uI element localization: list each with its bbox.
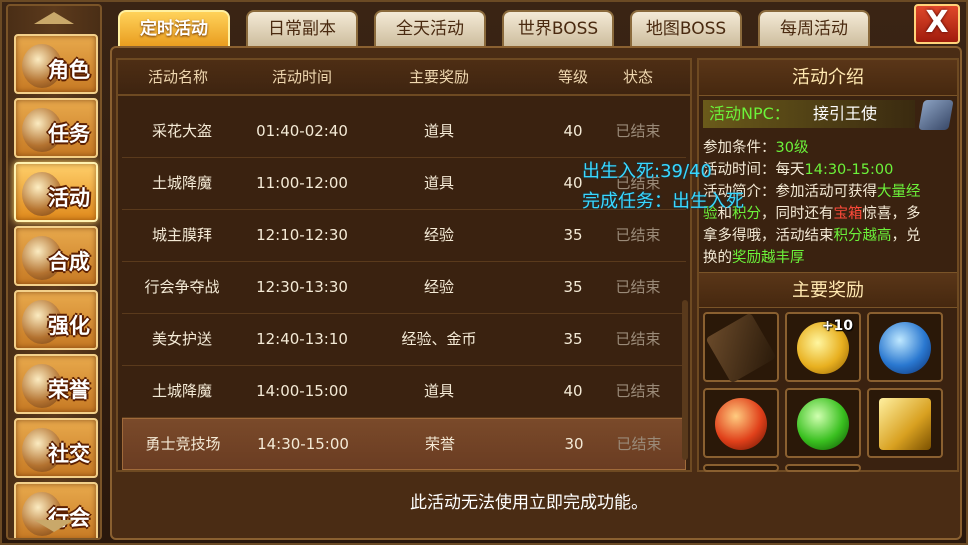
npc-name: 接引王使 [813, 104, 878, 123]
table-row[interactable]: 城主膜拜 12:10-12:30 经验 35 已结束 [122, 210, 686, 262]
row-name: 土城降魔 [151, 174, 212, 192]
row-name: 美女护送 [151, 330, 212, 348]
table-row[interactable]: 行会争夺战 12:30-13:30 经验 35 已结束 [122, 262, 686, 314]
rewards-title: 主要奖励 [699, 272, 957, 308]
close-button[interactable]: X [914, 4, 960, 44]
row-status: 已结束 [615, 382, 661, 400]
quest-complete-overlay: 完成任务：出生入死 [582, 191, 744, 212]
row-time: 11:00-12:00 [256, 174, 348, 192]
reward-slot[interactable] [703, 312, 779, 384]
tab-map-boss[interactable]: 地图BOSS [630, 10, 742, 48]
tab-world-boss[interactable]: 世界BOSS [502, 10, 614, 48]
sidebar-item-label: 强化 [48, 314, 90, 338]
time-line: 活动时间：每天14:30-15:00 [703, 162, 894, 178]
green-gem-icon [797, 398, 849, 450]
footer-note: 此活动无法使用立即完成功能。 [410, 493, 648, 513]
sidebar-item-label: 荣誉 [48, 378, 90, 402]
sidebar-item-synthesis[interactable]: 合成 [14, 226, 98, 286]
list-header: 活动名称 活动时间 主要奖励 等级 状态 [118, 60, 690, 96]
tab-daily-dungeon[interactable]: 日常副本 [246, 10, 358, 48]
activity-list[interactable]: 活动名称 活动时间 主要奖励 等级 状态 采花大盗 01:40-02:40 道具… [116, 58, 692, 472]
row-time: 14:30-15:00 [257, 435, 349, 453]
activity-info-panel: 活动介绍 活动NPC： 接引王使 参加条件：30级 活动时间：每天14:30-1… [697, 58, 959, 472]
tab-timed-activities[interactable]: 定时活动 [118, 10, 230, 50]
row-reward: 道具 [423, 122, 454, 140]
reward-slot [785, 464, 861, 472]
list-scrollbar[interactable] [682, 300, 688, 460]
reward-slot[interactable] [703, 388, 779, 458]
table-row[interactable]: 土城降魔 14:00-15:00 道具 40 已结束 [122, 366, 686, 418]
scroll-item-icon [705, 312, 777, 384]
description-line: 换的奖励越丰厚 [703, 250, 805, 266]
tab-allday-activities[interactable]: 全天活动 [374, 10, 486, 48]
row-time: 12:30-13:30 [256, 278, 348, 296]
reward-slot[interactable] [867, 312, 943, 382]
row-reward: 荣誉 [424, 435, 455, 453]
row-status: 已结束 [615, 122, 661, 140]
row-time: 12:10-12:30 [256, 226, 348, 244]
sidebar-item-activity[interactable]: 活动 [14, 162, 98, 222]
sidebar-item-quest[interactable]: 任务 [14, 98, 98, 158]
quest-progress-overlay: 出生入死:39/40 [582, 161, 712, 182]
row-status: 已结束 [616, 435, 662, 453]
reward-slot[interactable] [867, 388, 943, 458]
red-orb-icon [715, 398, 767, 450]
row-status: 已结束 [615, 330, 661, 348]
row-name: 勇士竞技场 [145, 435, 221, 453]
table-row-selected[interactable]: 勇士竞技场 14:30-15:00 荣誉 30 已结束 [122, 418, 686, 470]
header-status: 状态 [622, 68, 653, 86]
sidebar-item-enhance[interactable]: 强化 [14, 290, 98, 350]
row-reward: 道具 [423, 174, 454, 192]
blue-orb-icon [879, 322, 931, 374]
row-reward: 经验、金币 [401, 330, 477, 348]
row-time: 14:00-15:00 [256, 382, 348, 400]
row-reward: 道具 [423, 382, 454, 400]
item-count: +10 [821, 318, 853, 334]
sidebar-scroll-up-icon[interactable] [34, 12, 74, 24]
tab-weekly-activities[interactable]: 每周活动 [758, 10, 870, 48]
sidebar-item-label: 社交 [48, 442, 90, 466]
requirement-line: 参加条件：30级 [703, 140, 809, 156]
row-time: 12:40-13:10 [256, 330, 348, 348]
header-name: 活动名称 [147, 68, 208, 86]
row-status: 已结束 [615, 278, 661, 296]
sidebar-item-label: 合成 [48, 250, 90, 274]
sidebar-scroll-down-icon[interactable] [34, 520, 74, 532]
row-name: 城主膜拜 [151, 226, 212, 244]
row-reward: 经验 [423, 226, 454, 244]
gold-bars-icon [879, 398, 931, 450]
header-time: 活动时间 [271, 68, 332, 86]
description-line: 拿多得哦，活动结束积分越高，兑 [703, 228, 921, 244]
teleport-boot-icon[interactable] [918, 100, 954, 130]
sidebar-item-honor[interactable]: 荣誉 [14, 354, 98, 414]
row-name: 土城降魔 [151, 382, 212, 400]
row-status: 已结束 [615, 226, 661, 244]
row-name: 行会争夺战 [144, 278, 220, 296]
reward-slot[interactable]: +10 [785, 312, 861, 382]
row-reward: 经验 [423, 278, 454, 296]
header-reward: 主要奖励 [408, 68, 469, 86]
sidebar: 角色 任务 活动 合成 强化 荣誉 社交 行会 [6, 4, 102, 540]
sidebar-item-social[interactable]: 社交 [14, 418, 98, 478]
npc-label: 活动NPC： [709, 104, 790, 123]
reward-slot[interactable] [785, 388, 861, 458]
sidebar-item-character[interactable]: 角色 [14, 34, 98, 94]
row-name: 采花大盗 [151, 122, 212, 140]
sidebar-item-label: 角色 [48, 58, 90, 82]
sidebar-item-label: 任务 [48, 122, 90, 146]
info-title: 活动介绍 [699, 60, 957, 96]
table-row[interactable]: 美女护送 12:40-13:10 经验、金币 35 已结束 [122, 314, 686, 366]
npc-bar: 活动NPC： 接引王使 [703, 100, 915, 128]
reward-slot [703, 464, 779, 472]
row-time: 01:40-02:40 [256, 122, 348, 140]
sidebar-item-label: 活动 [48, 186, 90, 210]
table-row[interactable]: 采花大盗 01:40-02:40 道具 40 已结束 [122, 106, 686, 158]
